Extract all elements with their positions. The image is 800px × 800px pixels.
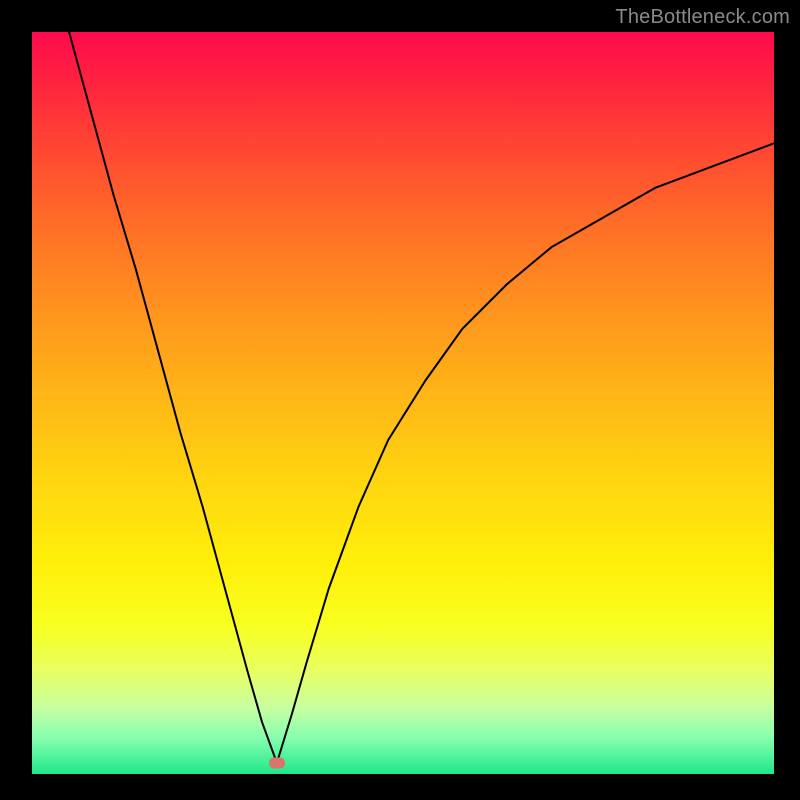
chart-frame: TheBottleneck.com — [0, 0, 800, 800]
curve-left-branch — [69, 32, 277, 763]
watermark-label: TheBottleneck.com — [615, 6, 790, 29]
plot-area — [32, 32, 774, 774]
optimal-marker — [269, 757, 285, 768]
curve-right-branch — [277, 143, 774, 763]
curve-svg — [32, 32, 774, 774]
